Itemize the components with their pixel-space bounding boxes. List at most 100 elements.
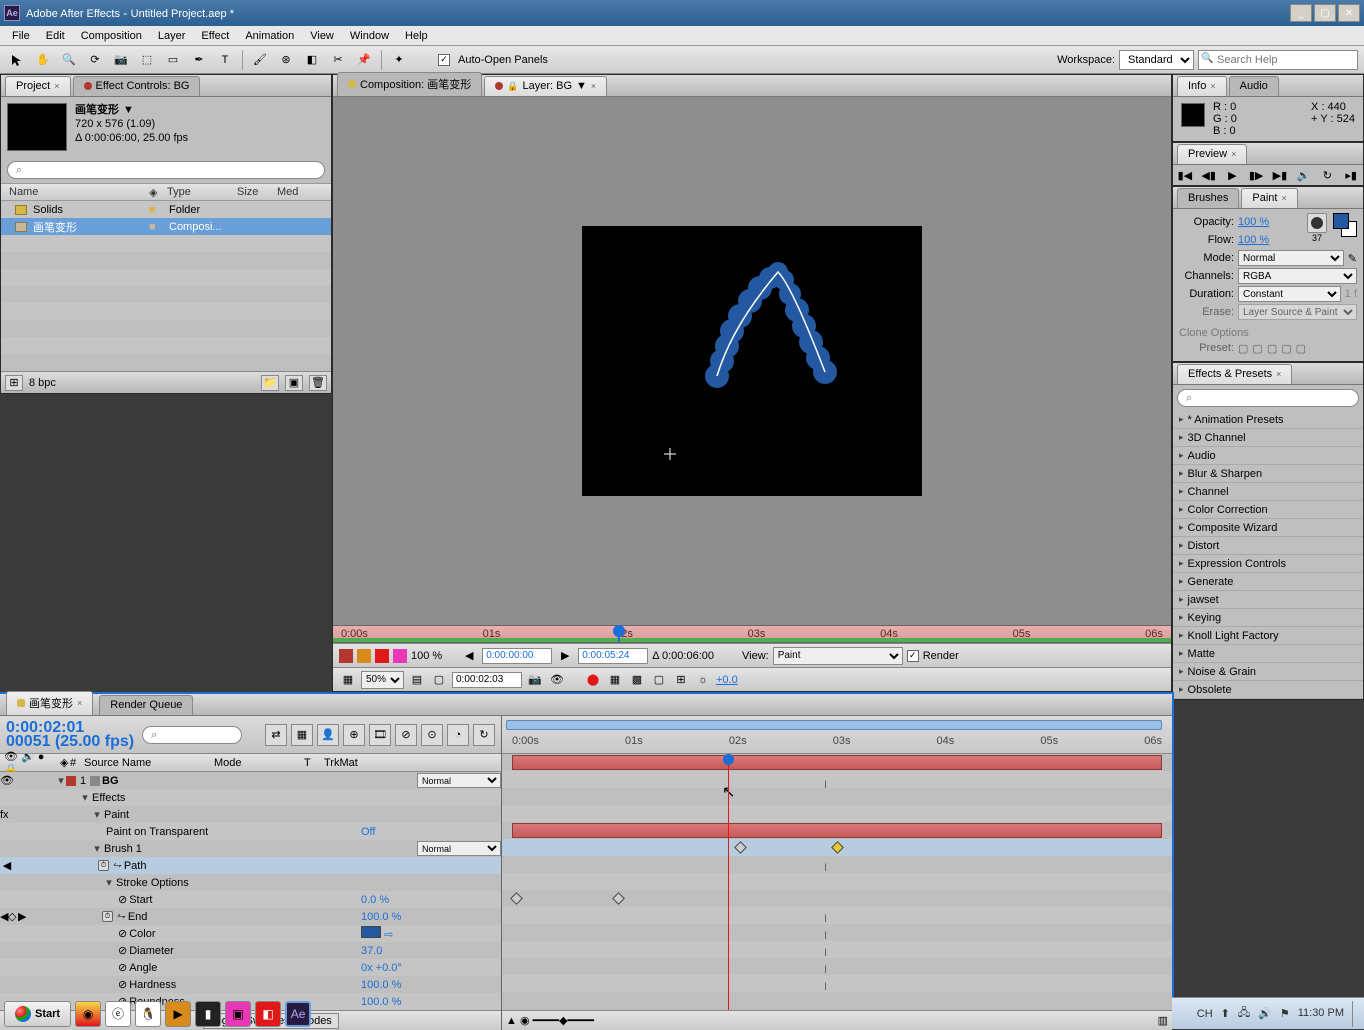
tool-zoom[interactable]: 🔍 <box>58 49 80 71</box>
project-search-input[interactable] <box>7 161 325 179</box>
tool-mask[interactable]: ▭ <box>162 49 184 71</box>
out-timecode[interactable]: 0:00:05:24 <box>578 648 648 664</box>
current-time[interactable]: 0:00:02:03 <box>452 672 522 688</box>
tool-clone[interactable]: ⊛ <box>275 49 297 71</box>
eff-jawset[interactable]: jawset <box>1173 591 1363 609</box>
tl-layer-row[interactable]: 👁 ▾ 1 BG Normal <box>0 772 501 789</box>
snapshot-button[interactable]: 📷 <box>526 671 544 689</box>
tl-path-row[interactable]: ◀⏱⥊Path <box>0 857 501 874</box>
menu-view[interactable]: View <box>302 28 342 44</box>
brush-bar[interactable] <box>512 823 1162 838</box>
eff-channel[interactable]: Channel <box>1173 483 1363 501</box>
tool-pen[interactable]: ✒ <box>188 49 210 71</box>
stroke-angle-value[interactable]: 0x +0.0° <box>361 962 501 974</box>
eff-composite-wizard[interactable]: Composite Wizard <box>1173 519 1363 537</box>
layer-viewer-canvas[interactable] <box>582 226 922 496</box>
tl-tab-comp[interactable]: 画笔变形× <box>6 691 93 715</box>
paint-mode-select[interactable]: Normal <box>1238 250 1344 266</box>
stroke-hardness-value[interactable]: 100.0 % <box>361 979 501 991</box>
bpc-label[interactable]: 8 bpc <box>29 377 56 389</box>
menu-layer[interactable]: Layer <box>150 28 194 44</box>
brush-preview[interactable] <box>1307 213 1327 233</box>
paint-flow[interactable]: 100 % <box>1238 234 1269 246</box>
brush-mode-select[interactable]: Normal <box>417 841 501 856</box>
eff-keying[interactable]: Keying <box>1173 609 1363 627</box>
taskbar-chrome[interactable]: ◉ <box>75 1001 101 1027</box>
zoom-select[interactable]: 50% <box>361 671 404 689</box>
always-preview-button[interactable]: ▦ <box>339 671 357 689</box>
loop-button[interactable]: ↻ <box>1320 167 1336 183</box>
set-out-button[interactable]: ▶ <box>556 647 574 665</box>
tab-effects-presets[interactable]: Effects & Presets× <box>1177 364 1292 384</box>
layer-time-ruler[interactable]: 0:00s01s02s 03s04s05s06s <box>333 625 1171 643</box>
tab-layer-viewer[interactable]: 🔒Layer: BG ▼× <box>484 76 607 96</box>
eff-expression-controls[interactable]: Expression Controls <box>1173 555 1363 573</box>
taskbar-app[interactable]: ▣ <box>225 1001 251 1027</box>
view-select[interactable]: Paint <box>773 647 903 665</box>
menu-animation[interactable]: Animation <box>237 28 302 44</box>
taskbar-cmd[interactable]: ▮ <box>195 1001 221 1027</box>
tray-network-icon[interactable]: 🖧 <box>1238 1004 1250 1023</box>
eyedropper-icon[interactable]: ⇨ <box>384 929 393 941</box>
tool-brush[interactable]: 🖌 <box>249 49 271 71</box>
auto-open-checkbox[interactable]: ✓ <box>438 54 450 66</box>
eff-distort[interactable]: Distort <box>1173 537 1363 555</box>
stroke-end-value[interactable]: 100.0 % <box>361 911 501 923</box>
stroke-diameter-value[interactable]: 37.0 <box>361 945 501 957</box>
eff-audio[interactable]: Audio <box>1173 447 1363 465</box>
tool-hand[interactable]: ✋ <box>32 49 54 71</box>
tool-localaxis[interactable]: ✦ <box>388 49 410 71</box>
menu-help[interactable]: Help <box>397 28 436 44</box>
project-item-comp[interactable]: 画笔变形 ■ Composi... <box>1 218 331 235</box>
render-checkbox[interactable]: ✓ <box>907 650 919 662</box>
tab-audio[interactable]: Audio <box>1229 76 1279 96</box>
exposure-button[interactable]: ☼ <box>694 671 712 689</box>
tool-type[interactable]: T <box>214 49 236 71</box>
eff-animation-presets[interactable]: * Animation Presets <box>1173 411 1363 429</box>
taskbar-wmp[interactable]: ▶ <box>165 1001 191 1027</box>
tray-clock[interactable]: 11:30 PM <box>1298 1008 1344 1019</box>
stroke-roundness-value[interactable]: 100.0 % <box>361 996 501 1008</box>
in-timecode[interactable]: 0:00:00:00 <box>482 648 552 664</box>
paint-colors[interactable] <box>1333 213 1357 237</box>
paint-opacity[interactable]: 100 % <box>1238 216 1269 228</box>
new-comp-button[interactable]: ▣ <box>285 375 303 391</box>
channels-button[interactable]: ⬤ <box>584 671 602 689</box>
res-button[interactable]: ▤ <box>408 671 426 689</box>
tab-effect-controls[interactable]: Effect Controls: BG <box>73 76 201 96</box>
timeline-ruler[interactable]: 0:00s01s02s 03s04s05s06s <box>502 716 1172 754</box>
tab-paint[interactable]: Paint× <box>1241 188 1297 208</box>
tool-camera[interactable]: 📷 <box>110 49 132 71</box>
interpret-footage-button[interactable]: ⊞ <box>5 375 23 391</box>
shy-button[interactable]: 👤 <box>317 724 339 746</box>
stopwatch-icon[interactable]: ⏱ <box>102 911 113 922</box>
prev-frame-button[interactable]: ◀▮ <box>1201 167 1217 183</box>
tool-eraser[interactable]: ◧ <box>301 49 323 71</box>
tool-selection[interactable] <box>6 49 28 71</box>
project-item-solids[interactable]: Solids ■ Folder <box>1 201 331 218</box>
timeline-search[interactable] <box>142 726 242 744</box>
comp-mini-flowchart-button[interactable]: ⇄ <box>265 724 287 746</box>
tool-panbehind[interactable]: ⬚ <box>136 49 158 71</box>
tool-rotate[interactable]: ⟳ <box>84 49 106 71</box>
stopwatch-icon[interactable]: ⏱ <box>98 860 109 871</box>
tab-brushes[interactable]: Brushes <box>1177 188 1239 208</box>
search-help-input[interactable] <box>1198 50 1358 70</box>
comp-dropdown-icon[interactable]: ▼ <box>123 103 134 117</box>
tool-roto[interactable]: ✂ <box>327 49 349 71</box>
maximize-button[interactable]: ▢ <box>1314 4 1336 22</box>
next-frame-button[interactable]: ▮▶ <box>1248 167 1264 183</box>
tl-tab-render-queue[interactable]: Render Queue <box>99 695 193 715</box>
timeline-track-area[interactable]: I I I I I I I ↖ <box>502 754 1172 1010</box>
exposure-value[interactable]: +0.0 <box>716 674 738 686</box>
layer-mode-select[interactable]: Normal <box>417 773 501 788</box>
eyedropper-icon[interactable]: ✎ <box>1348 252 1357 265</box>
paint-channels-select[interactable]: RGBA <box>1238 268 1357 284</box>
draft3d-button[interactable]: ▦ <box>291 724 313 746</box>
menu-composition[interactable]: Composition <box>73 28 150 44</box>
tab-composition-viewer[interactable]: Composition: 画笔变形 <box>337 72 482 96</box>
tl-end-row[interactable]: ◀◇▶⏱⥊End100.0 % <box>0 908 501 925</box>
tray-volume-icon[interactable]: 🔊 <box>1258 1007 1272 1020</box>
start-button[interactable]: Start <box>4 1001 71 1027</box>
eff-3d-channel[interactable]: 3D Channel <box>1173 429 1363 447</box>
